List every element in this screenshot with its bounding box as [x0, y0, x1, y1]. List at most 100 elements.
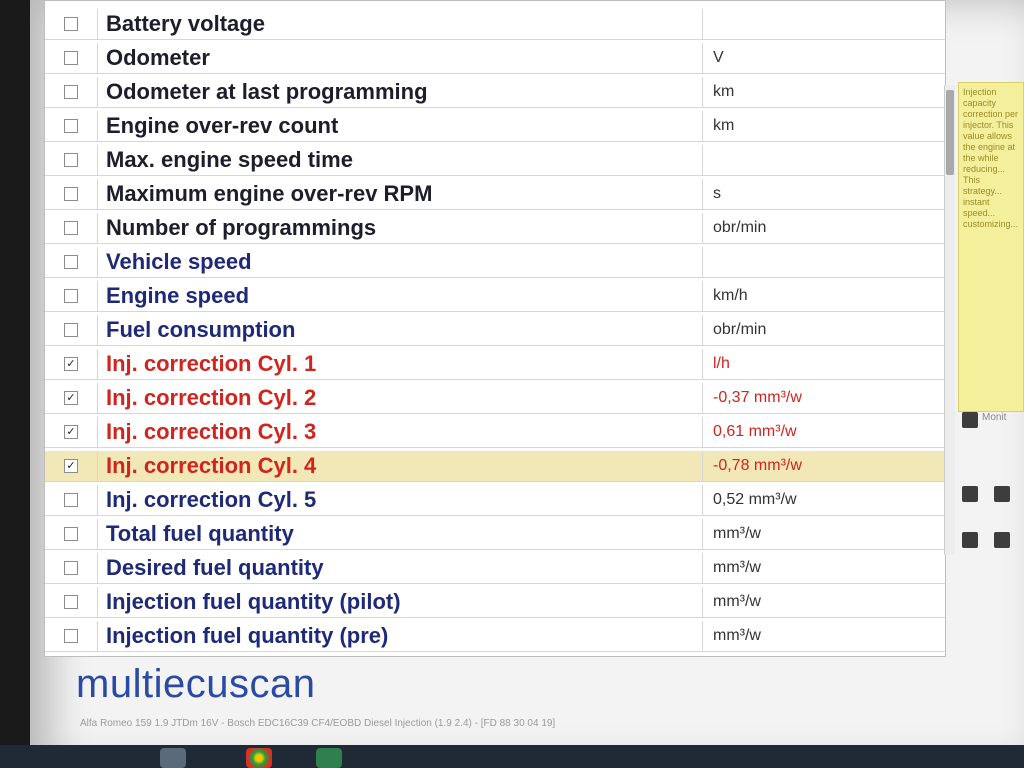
table-row[interactable]: Number of programmings obr/min: [45, 213, 945, 244]
parameter-value: 0,61 mm³/w: [713, 423, 797, 440]
row-checkbox[interactable]: [64, 527, 78, 541]
parameter-value: -0,37 mm³/w: [713, 389, 802, 406]
checkbox-cell: [45, 587, 98, 617]
checkbox-cell: [45, 213, 98, 243]
checkbox-cell: ✓: [45, 417, 98, 447]
row-checkbox[interactable]: [64, 17, 78, 31]
parameter-name: Fuel consumption: [98, 315, 703, 345]
table-row[interactable]: Engine speed km/h: [45, 281, 945, 312]
table-row[interactable]: Total fuel quantity mm³/w: [45, 519, 945, 550]
parameter-name: Injection fuel quantity (pilot): [98, 587, 703, 617]
row-checkbox[interactable]: [64, 153, 78, 167]
parameter-name: Max. engine speed time: [98, 145, 703, 175]
parameter-name: Number of programmings: [98, 213, 703, 243]
info-panel: Injection capacity correction per inject…: [958, 82, 1024, 412]
row-checkbox[interactable]: [64, 289, 78, 303]
checkbox-cell: [45, 519, 98, 549]
table-row[interactable]: ✓ Inj. correction Cyl. 1 l/h: [45, 349, 945, 380]
checkbox-cell: ✓: [45, 349, 98, 379]
checkbox-cell: [45, 77, 98, 107]
row-checkbox[interactable]: [64, 493, 78, 507]
checkbox-cell: [45, 179, 98, 209]
table-row[interactable]: Injection fuel quantity (pre) mm³/w: [45, 621, 945, 652]
checkbox-cell: [45, 621, 98, 651]
side-button-4[interactable]: [994, 532, 1010, 548]
table-row[interactable]: Engine over-rev count km: [45, 111, 945, 142]
checkbox-cell: ✓: [45, 383, 98, 413]
scrollbar-thumb[interactable]: [946, 90, 954, 175]
checkbox-cell: [45, 315, 98, 345]
chrome-icon[interactable]: [246, 748, 272, 768]
table-row[interactable]: Max. engine speed time: [45, 145, 945, 176]
row-checkbox[interactable]: ✓: [64, 425, 78, 439]
parameter-name: Odometer: [98, 43, 703, 73]
monitor-icon[interactable]: [962, 412, 978, 428]
row-checkbox[interactable]: [64, 51, 78, 65]
parameter-name: Vehicle speed: [98, 247, 703, 277]
row-checkbox[interactable]: ✓: [64, 459, 78, 473]
parameter-value: [703, 247, 945, 277]
row-checkbox[interactable]: [64, 561, 78, 575]
parameter-value: km: [713, 117, 735, 134]
parameter-value: mm³/w: [713, 525, 761, 542]
side-button-2[interactable]: [994, 486, 1010, 502]
table-row[interactable]: Injection fuel quantity (pilot) mm³/w: [45, 587, 945, 618]
parameter-value: obr/min: [713, 219, 767, 236]
parameter-name: Maximum engine over-rev RPM: [98, 179, 703, 209]
scrollbar[interactable]: [944, 85, 955, 555]
app-logo: multiecuscan: [76, 662, 316, 706]
parameter-name: Total fuel quantity: [98, 519, 703, 549]
table-row[interactable]: Vehicle speed: [45, 247, 945, 278]
table-row[interactable]: Odometer V: [45, 43, 945, 74]
side-button-1[interactable]: [962, 486, 978, 502]
checkbox-cell: ✓: [45, 451, 98, 481]
parameter-value: l/h: [713, 355, 730, 372]
parameter-name: Inj. correction Cyl. 3: [98, 417, 703, 447]
checkbox-cell: [45, 281, 98, 311]
checkbox-cell: [45, 145, 98, 175]
table-row[interactable]: Fuel consumption obr/min: [45, 315, 945, 346]
parameter-name: Inj. correction Cyl. 2: [98, 383, 703, 413]
side-button-3[interactable]: [962, 532, 978, 548]
row-checkbox[interactable]: [64, 119, 78, 133]
parameter-value: [703, 145, 945, 175]
row-checkbox[interactable]: [64, 255, 78, 269]
parameter-table: Battery voltage Odometer V Odometer at last…: [44, 0, 946, 657]
row-checkbox[interactable]: ✓: [64, 357, 78, 371]
parameter-value: -0,78 mm³/w: [713, 457, 802, 474]
parameter-value: km/h: [713, 287, 748, 304]
monitor-label: Monit: [982, 412, 1007, 423]
row-checkbox[interactable]: [64, 85, 78, 99]
row-checkbox[interactable]: ✓: [64, 391, 78, 405]
parameter-value: s: [713, 185, 721, 202]
taskbar-app-icon[interactable]: [160, 748, 186, 768]
table-row[interactable]: ✓ Inj. correction Cyl. 2 -0,37 mm³/w: [45, 383, 945, 414]
parameter-value: mm³/w: [713, 627, 761, 644]
table-row[interactable]: ✓ Inj. correction Cyl. 3 0,61 mm³/w: [45, 417, 945, 448]
table-row[interactable]: Odometer at last programming km: [45, 77, 945, 108]
checkbox-cell: [45, 43, 98, 73]
row-checkbox[interactable]: [64, 187, 78, 201]
checkbox-cell: [45, 247, 98, 277]
table-row[interactable]: Inj. correction Cyl. 5 0,52 mm³/w: [45, 485, 945, 516]
row-checkbox[interactable]: [64, 323, 78, 337]
parameter-name: Engine speed: [98, 281, 703, 311]
parameter-name: Inj. correction Cyl. 1: [98, 349, 703, 379]
status-bar: Alfa Romeo 159 1.9 JTDm 16V - Bosch EDC1…: [80, 718, 556, 729]
table-row[interactable]: Battery voltage: [45, 9, 945, 40]
row-checkbox[interactable]: [64, 629, 78, 643]
row-checkbox[interactable]: [64, 221, 78, 235]
taskbar-app-icon-2[interactable]: [316, 748, 342, 768]
parameter-value: [703, 9, 945, 39]
table-row[interactable]: Desired fuel quantity mm³/w: [45, 553, 945, 584]
row-checkbox[interactable]: [64, 595, 78, 609]
table-row[interactable]: Maximum engine over-rev RPM s: [45, 179, 945, 210]
parameter-name: Inj. correction Cyl. 5: [98, 485, 703, 515]
parameter-name: Injection fuel quantity (pre): [98, 621, 703, 651]
parameter-value: km: [713, 83, 735, 100]
checkbox-cell: [45, 553, 98, 583]
checkbox-cell: [45, 111, 98, 141]
checkbox-cell: [45, 485, 98, 515]
parameter-value: V: [713, 49, 724, 66]
table-row[interactable]: ✓ Inj. correction Cyl. 4 -0,78 mm³/w: [45, 451, 945, 482]
